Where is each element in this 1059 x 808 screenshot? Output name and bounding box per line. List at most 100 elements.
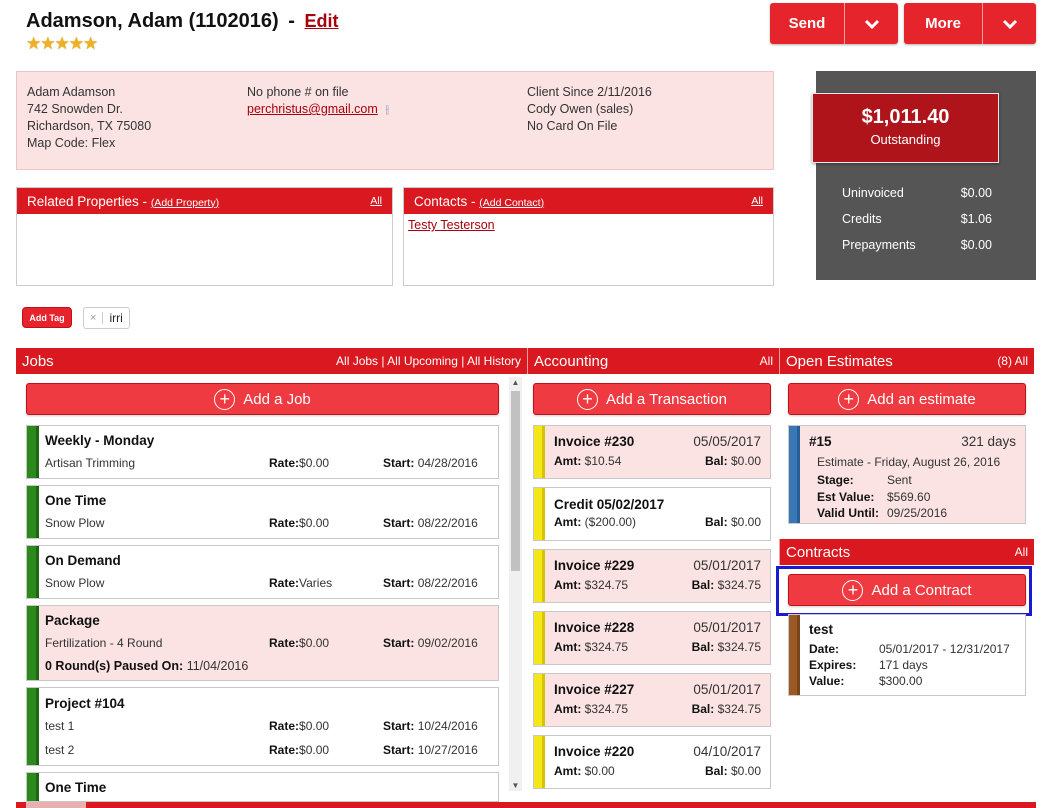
tag-chip: × irri xyxy=(83,307,130,329)
transaction-date: 05/01/2017 xyxy=(693,558,761,573)
job-card[interactable]: Package Fertilization - 4 Round Rate:$0.… xyxy=(26,605,499,681)
estimate-card[interactable]: #15 321 days Estimate - Friday, August 2… xyxy=(788,425,1026,524)
contract-status-bar xyxy=(789,615,800,695)
client-title: Adamson, Adam (1102016) - Edit xyxy=(26,10,339,33)
contacts-header: Contacts - (Add Contact) All xyxy=(404,188,773,214)
related-properties-title: Related Properties - xyxy=(27,193,151,209)
job-title: On Demand xyxy=(45,553,121,568)
estimate-row-value: 09/25/2016 xyxy=(887,506,948,520)
contact-link[interactable]: Testy Testerson xyxy=(404,214,773,236)
plus-circle-icon: + xyxy=(577,388,599,410)
add-job-button[interactable]: + Add a Job xyxy=(26,383,499,415)
estimate-row-value: $569.60 xyxy=(887,490,931,504)
address-line: 742 Snowden Dr. xyxy=(27,102,123,116)
email-settings-icon[interactable]: ⫲ xyxy=(385,102,389,116)
estimates-header: Open Estimates (8) All xyxy=(779,348,1034,374)
contracts-header: Contracts All xyxy=(779,539,1034,565)
job-start: 08/22/2016 xyxy=(417,516,478,530)
bal-label: Bal: xyxy=(691,578,715,592)
add-estimate-label: Add an estimate xyxy=(867,390,976,408)
job-start: 09/02/2016 xyxy=(417,636,478,650)
balance-label: Credits xyxy=(842,212,882,226)
contacts-all-link[interactable]: All xyxy=(751,195,763,207)
plus-circle-icon: + xyxy=(214,388,236,410)
email-link[interactable]: perchristus@gmail.com xyxy=(247,102,378,116)
transaction-card[interactable]: Invoice #230 05/05/2017 Amt: $10.54 Bal:… xyxy=(533,425,771,479)
transaction-card[interactable]: Invoice #228 05/01/2017 Amt: $324.75 Bal… xyxy=(533,611,771,665)
job-rate: Varies xyxy=(299,576,333,590)
invoice-status-bar xyxy=(534,674,545,726)
salesperson: Cody Owen (sales) xyxy=(527,102,634,116)
job-status-bar xyxy=(27,546,39,598)
outstanding-label: Outstanding xyxy=(870,132,941,147)
edit-client-link[interactable]: Edit xyxy=(305,11,339,31)
job-card[interactable]: Project #104 test 1 Rate:$0.00 Start: 10… xyxy=(26,687,499,766)
job-card[interactable]: Weekly - Monday Artisan Trimming Rate:$0… xyxy=(26,425,499,479)
job-service: Artisan Trimming xyxy=(45,456,136,470)
more-button-label[interactable]: More xyxy=(904,3,982,44)
jobs-header: Jobs All Jobs | All Upcoming | All Histo… xyxy=(16,348,527,374)
contacts-panel: Contacts - (Add Contact) All Testy Teste… xyxy=(403,187,774,286)
more-button[interactable]: More xyxy=(904,3,1036,44)
transaction-card[interactable]: Invoice #229 05/01/2017 Amt: $324.75 Bal… xyxy=(533,549,771,603)
job-visit: test 2 xyxy=(45,743,75,757)
add-contact-link[interactable]: (Add Contact) xyxy=(479,197,544,209)
remove-tag-icon[interactable]: × xyxy=(90,312,104,324)
client-since: Client Since 2/11/2016 xyxy=(527,85,652,99)
transaction-card[interactable]: Credit 05/02/2017 Amt: ($200.00) Bal: $0… xyxy=(533,487,771,541)
job-title: Package xyxy=(45,613,100,628)
estimates-all-link[interactable]: (8) All xyxy=(997,354,1028,368)
rate-label: Rate: xyxy=(269,516,300,530)
jobs-links[interactable]: All Jobs | All Upcoming | All History xyxy=(336,354,521,368)
card-status: No Card On File xyxy=(527,119,618,133)
job-card[interactable]: On Demand Snow Plow Rate:Varies Start: 0… xyxy=(26,545,499,599)
transaction-card[interactable]: Invoice #220 04/10/2017 Amt: $0.00 Bal: … xyxy=(533,735,771,789)
balance-row: Uninvoiced $0.00 xyxy=(842,186,992,200)
estimate-subtitle: Estimate - Friday, August 26, 2016 xyxy=(817,455,1001,469)
transaction-card[interactable]: Invoice #227 05/01/2017 Amt: $324.75 Bal… xyxy=(533,673,771,727)
job-service: Snow Plow xyxy=(45,576,105,590)
job-title: Weekly - Monday xyxy=(45,433,155,448)
transaction-title: Invoice #228 xyxy=(554,620,635,635)
contract-row-value: 05/01/2017 - 12/31/2017 xyxy=(879,642,1010,656)
send-button-label[interactable]: Send xyxy=(770,3,844,44)
scroll-down-icon[interactable]: ▼ xyxy=(511,781,520,790)
transaction-date: 05/01/2017 xyxy=(693,620,761,635)
estimate-row-label: Est Value: xyxy=(817,490,875,504)
jobs-scrollbar[interactable]: ▲ ▼ xyxy=(509,377,522,791)
job-status-bar xyxy=(27,773,39,801)
related-properties-all-link[interactable]: All xyxy=(370,195,382,207)
client-meta: Client Since 2/11/2016 Cody Owen (sales)… xyxy=(527,84,652,135)
rating-stars-icon[interactable]: ★★★★★ xyxy=(26,34,98,54)
add-transaction-button[interactable]: + Add a Transaction xyxy=(533,383,771,415)
add-property-link[interactable]: (Add Property) xyxy=(151,197,219,209)
bal-label: Bal: xyxy=(691,640,715,654)
transaction-date: 05/01/2017 xyxy=(693,682,761,697)
job-card[interactable]: One Time Snow Plow Rate:$0.00 Start: 08/… xyxy=(26,485,499,539)
estimate-row-label: Valid Until: xyxy=(817,506,880,520)
chevron-down-icon[interactable] xyxy=(982,3,1036,44)
scroll-up-icon[interactable]: ▲ xyxy=(511,378,520,387)
transaction-balance: $0.00 xyxy=(730,515,761,529)
transaction-amount: $324.75 xyxy=(584,640,629,654)
phone-text: No phone # on file xyxy=(247,85,349,99)
bal-label: Bal: xyxy=(691,702,715,716)
job-title: One Time xyxy=(45,780,107,795)
contract-card[interactable]: test Date: 05/01/2017 - 12/31/2017 Expir… xyxy=(788,614,1026,696)
contracts-all-link[interactable]: All xyxy=(1015,545,1028,559)
accounting-title: Accounting xyxy=(534,352,609,370)
send-button[interactable]: Send xyxy=(770,3,898,44)
add-tag-button[interactable]: Add Tag xyxy=(22,307,72,328)
outstanding-card[interactable]: $1,011.40 Outstanding xyxy=(812,93,999,163)
accounting-all-link[interactable]: All xyxy=(760,354,773,368)
paused-date: 11/04/2016 xyxy=(186,659,249,673)
add-estimate-button[interactable]: + Add an estimate xyxy=(788,383,1026,415)
invoice-status-bar xyxy=(534,736,545,788)
job-card[interactable]: One Time xyxy=(26,772,499,802)
client-name: Adamson, Adam (1102016) xyxy=(26,10,279,32)
scrollbar-thumb[interactable] xyxy=(511,391,520,571)
invoice-status-bar xyxy=(534,550,545,602)
job-rate: $0.00 xyxy=(299,516,330,530)
rate-label: Rate: xyxy=(269,576,300,590)
chevron-down-icon[interactable] xyxy=(844,3,898,44)
